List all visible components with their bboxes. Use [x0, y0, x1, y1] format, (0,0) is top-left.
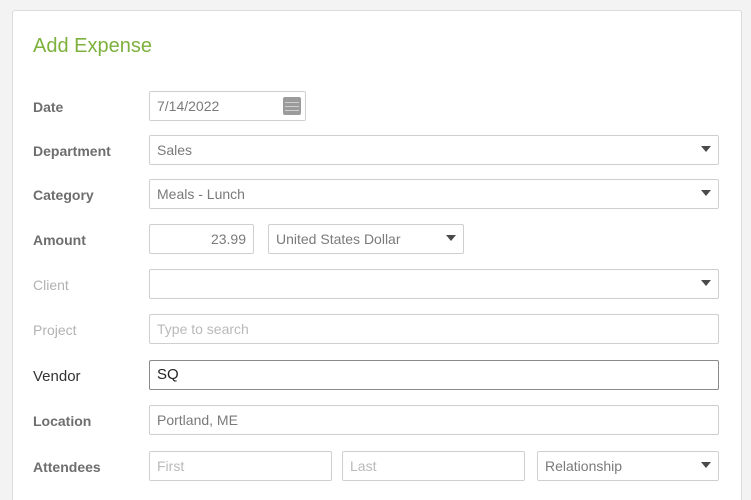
chevron-down-icon	[701, 146, 711, 152]
chevron-down-icon	[701, 190, 711, 196]
amount-row: Amount 23.99 United States Dollar	[13, 224, 743, 258]
date-value: 7/14/2022	[157, 98, 220, 114]
attendees-row: Attendees First Last Relationship	[13, 451, 743, 485]
amount-label: Amount	[33, 232, 86, 248]
client-select[interactable]	[149, 269, 719, 299]
amount-value: 23.99	[210, 231, 246, 247]
location-value: Portland, ME	[157, 412, 238, 428]
attendee-first-input[interactable]: First	[149, 451, 332, 481]
date-field[interactable]: 7/14/2022	[149, 91, 306, 121]
calendar-icon[interactable]	[283, 97, 301, 115]
vendor-row: Vendor SQ	[13, 360, 743, 394]
department-label: Department	[33, 143, 111, 159]
chevron-down-icon	[701, 280, 711, 286]
project-search-input[interactable]: Type to search	[149, 314, 719, 344]
category-row: Category Meals - Lunch	[13, 179, 743, 213]
client-row: Client	[13, 269, 743, 303]
relationship-value: Relationship	[545, 458, 623, 474]
category-value: Meals - Lunch	[157, 186, 245, 202]
location-input[interactable]: Portland, ME	[149, 405, 719, 435]
date-label: Date	[33, 99, 64, 115]
add-expense-panel: Add Expense Date 7/14/2022 Department Sa…	[12, 10, 742, 500]
location-row: Location Portland, ME	[13, 405, 743, 439]
vendor-input[interactable]: SQ	[149, 360, 719, 390]
category-label: Category	[33, 187, 94, 203]
location-label: Location	[33, 413, 92, 429]
department-row: Department Sales	[13, 135, 743, 169]
form-title: Add Expense	[33, 35, 152, 57]
project-row: Project Type to search	[13, 314, 743, 348]
last-placeholder: Last	[350, 458, 377, 474]
chevron-down-icon	[446, 235, 456, 241]
attendees-label: Attendees	[33, 459, 101, 475]
chevron-down-icon	[701, 462, 711, 468]
project-placeholder: Type to search	[157, 321, 249, 337]
date-row: Date 7/14/2022	[13, 91, 743, 125]
attendee-last-input[interactable]: Last	[342, 451, 525, 481]
vendor-value: SQ	[157, 366, 179, 383]
department-value: Sales	[157, 142, 193, 158]
amount-input[interactable]: 23.99	[149, 224, 254, 254]
vendor-label: Vendor	[33, 368, 81, 385]
currency-value: United States Dollar	[276, 231, 401, 247]
first-placeholder: First	[157, 458, 185, 474]
project-label: Project	[33, 322, 77, 338]
department-select[interactable]: Sales	[149, 135, 719, 165]
category-select[interactable]: Meals - Lunch	[149, 179, 719, 209]
client-label: Client	[33, 277, 69, 293]
relationship-select[interactable]: Relationship	[537, 451, 719, 481]
currency-select[interactable]: United States Dollar	[268, 224, 464, 254]
